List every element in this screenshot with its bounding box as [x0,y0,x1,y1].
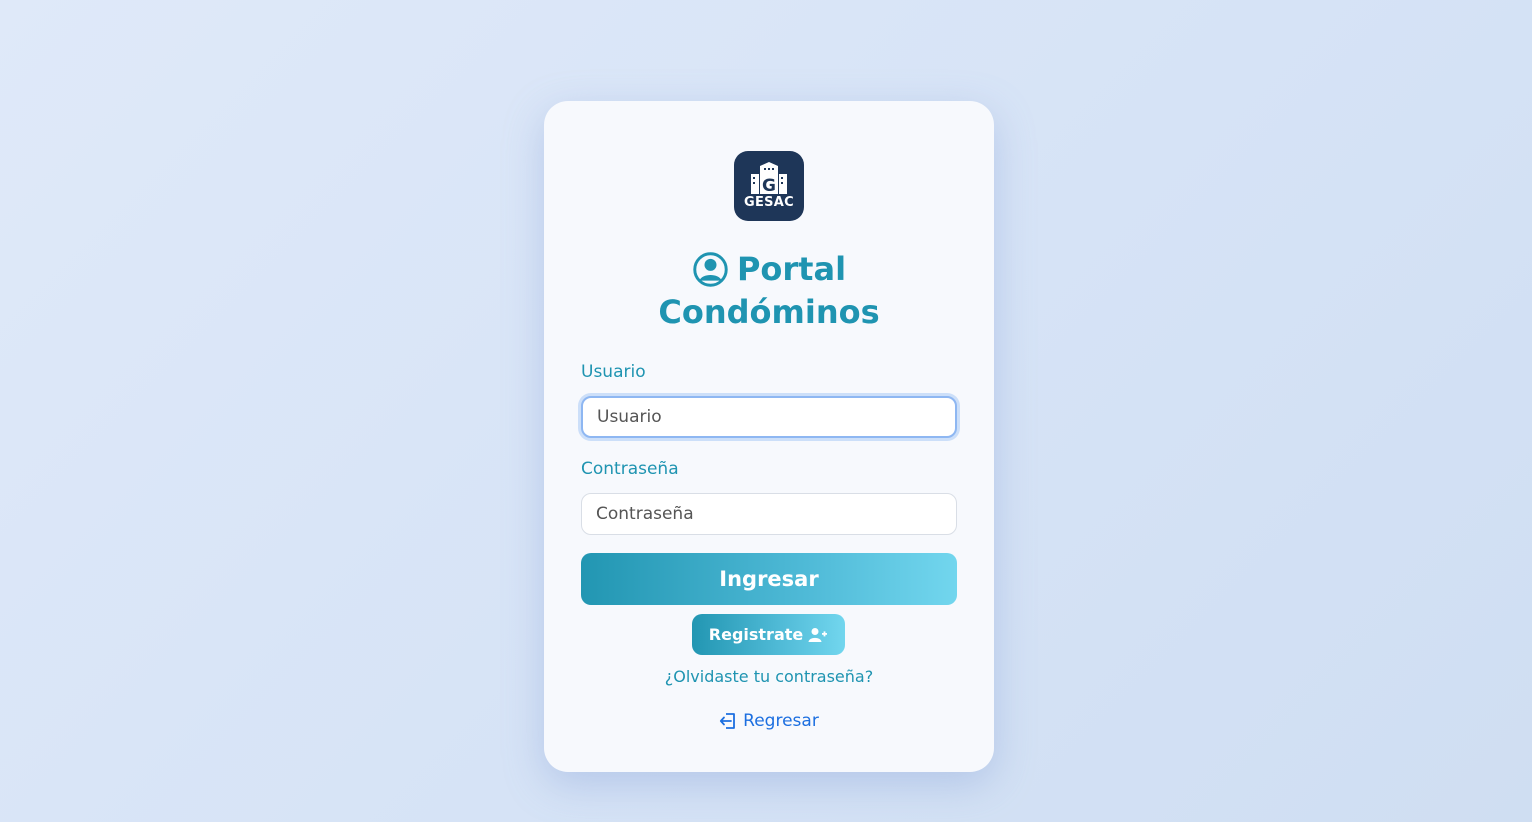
password-label: Contraseña [581,459,679,479]
building-icon: G [751,162,787,194]
login-button[interactable]: Ingresar [581,553,957,605]
logo-text: GESAC [743,195,794,210]
sign-in-icon [720,713,736,729]
username-label: Usuario [581,362,646,382]
gesac-logo: G GESAC [734,151,804,221]
register-label: Registrate [708,625,804,644]
user-plus-icon [808,627,828,642]
forgot-password-link[interactable]: ¿Olvidaste tu contraseña? [544,667,994,686]
title-line2: Condóminos [658,293,880,331]
back-link[interactable]: Regresar [544,711,994,731]
back-label: Regresar [743,711,819,731]
username-input[interactable] [581,396,957,438]
register-button[interactable]: Registrate [692,614,845,655]
login-card: G GESAC Portal Condóminos Usuario Contra… [544,101,994,772]
page-title: Portal Condóminos [544,248,994,334]
title-line1: Portal [736,250,847,288]
svg-text:G: G [762,176,776,194]
password-input[interactable] [581,493,957,535]
user-circle-icon [693,252,728,287]
